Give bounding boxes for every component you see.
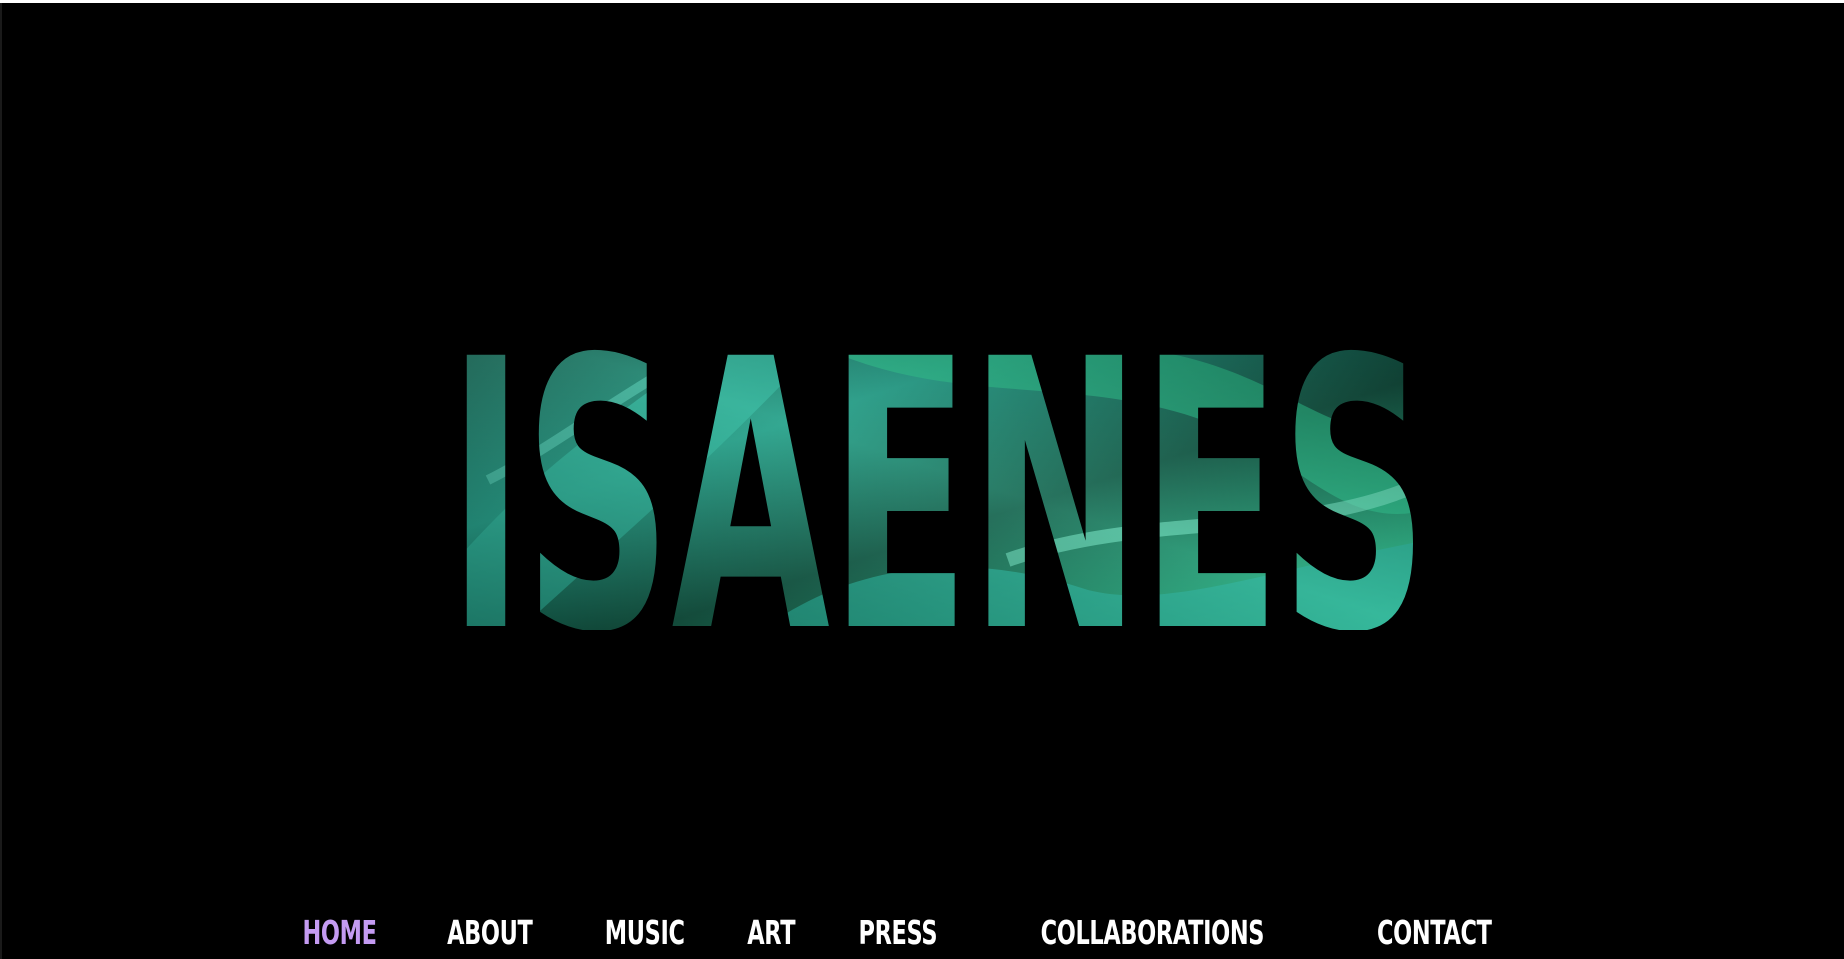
nav-item-about[interactable]: ABOUT (447, 913, 533, 952)
logo-video-mask: ISAENES (448, 310, 1428, 630)
nav-item-home[interactable]: HOME (303, 913, 378, 952)
nav-item-contact[interactable]: CONTACT (1377, 913, 1492, 952)
left-border (0, 3, 2, 959)
nav-item-collaborations[interactable]: COLLABORATIONS (1041, 913, 1265, 952)
nav-list: HOME ABOUT MUSIC ART PRESS COLLABORATION… (299, 913, 1505, 952)
nav-item-art[interactable]: ART (748, 913, 796, 952)
page: ISAENES HOME ABOUT MUSIC ART PRESS COLLA… (0, 0, 1844, 959)
top-border (0, 0, 1844, 3)
hero-logo: ISAENES (448, 310, 1428, 630)
main-nav: HOME ABOUT MUSIC ART PRESS COLLABORATION… (0, 906, 1844, 959)
nav-item-press[interactable]: PRESS (858, 913, 937, 952)
nav-item-music[interactable]: MUSIC (605, 913, 685, 952)
